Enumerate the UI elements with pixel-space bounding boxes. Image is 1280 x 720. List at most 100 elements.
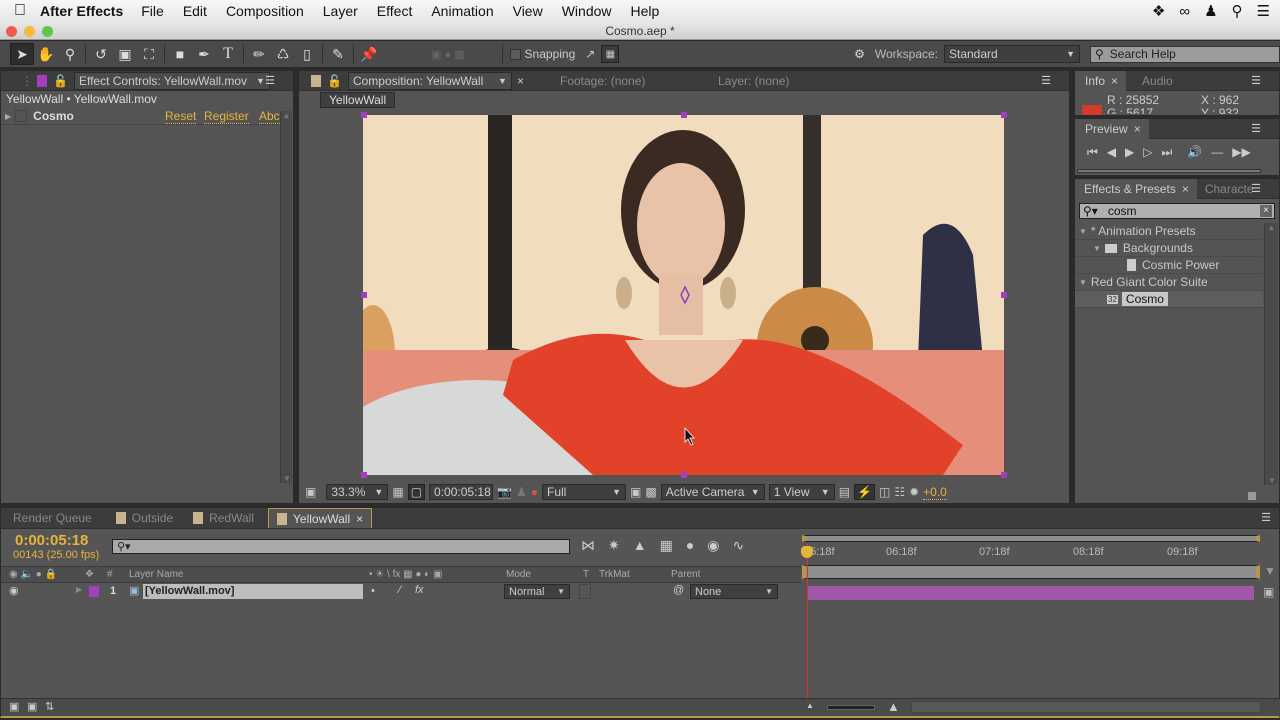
effects-scrollbar[interactable]: ▲ ▼ <box>1264 223 1278 485</box>
shy-switch[interactable]: • <box>371 585 375 597</box>
play-button[interactable]: ▶ <box>1125 145 1134 159</box>
loop-button[interactable]: — <box>1211 145 1223 159</box>
menu-composition[interactable]: Composition <box>226 3 304 19</box>
last-frame-button[interactable]: ⏭ <box>1162 145 1173 160</box>
channel-rgb-icon[interactable]: ● <box>531 485 538 499</box>
app-menu[interactable]: After Effects <box>40 3 123 19</box>
panel-menu-icon[interactable]: ☰ <box>1251 74 1261 87</box>
character-tab[interactable]: Characte <box>1197 179 1255 199</box>
layer-handle[interactable] <box>681 112 687 118</box>
magnification-dropdown[interactable]: 33.3% ▼ <box>326 484 389 500</box>
layer-row[interactable]: ◉ ▶ 1 ▣ [YellowWall.mov] • ∕ fx Normal ▼ … <box>1 584 801 600</box>
frame-blending-icon[interactable]: ▦ <box>660 537 673 554</box>
reset-link[interactable]: Reset <box>165 109 197 124</box>
new-bin-icon[interactable] <box>1247 491 1257 501</box>
menu-edit[interactable]: Edit <box>183 3 207 19</box>
resolution-dropdown[interactable]: Full ▼ <box>542 484 626 500</box>
transparency-grid-toggle-icon[interactable]: ▢ <box>407 484 426 500</box>
footage-tab[interactable]: Footage: (none) <box>552 71 653 91</box>
effects-presets-tab[interactable]: Effects & Presets × <box>1075 178 1197 199</box>
layer-handle[interactable] <box>361 112 367 118</box>
playhead-handle-icon[interactable] <box>801 546 813 558</box>
layer-handle[interactable] <box>1001 472 1007 478</box>
blend-mode-dropdown[interactable]: Normal ▼ <box>504 584 570 599</box>
about-link[interactable]: Abc <box>259 109 280 124</box>
previous-frame-button[interactable]: ◀ <box>1107 145 1116 159</box>
eye-icon[interactable]: ◉ <box>9 584 19 597</box>
tree-item-cosmo[interactable]: 32 Cosmo <box>1075 291 1263 308</box>
brainstorm-icon[interactable]: ◉ <box>707 537 719 554</box>
tab-render-queue[interactable]: Render Queue <box>1 508 100 528</box>
zoom-in-icon[interactable]: ▲ <box>887 699 900 714</box>
effect-controls-tab[interactable]: Effect Controls: YellowWall.mov ▼ <box>73 71 270 90</box>
scroll-down-icon[interactable]: ▼ <box>1268 476 1276 485</box>
column-layer-name[interactable]: Layer Name <box>129 567 183 583</box>
zoom-window-button[interactable] <box>42 26 53 37</box>
tab-outside[interactable]: Outside <box>108 508 181 528</box>
region-of-interest-icon[interactable]: ▦ <box>392 485 403 499</box>
time-navigator[interactable] <box>802 535 1260 542</box>
roto-brush-tool[interactable]: ✎ <box>326 43 350 65</box>
panel-menu-icon[interactable]: ☰ <box>1251 122 1261 135</box>
register-link[interactable]: Register <box>204 109 249 124</box>
close-tab-icon[interactable]: × <box>1182 182 1189 196</box>
effects-search-input[interactable]: ⚲▾ cosm × <box>1079 203 1275 219</box>
composition-viewer[interactable] <box>363 115 1004 475</box>
layer-handle[interactable] <box>1001 292 1007 298</box>
tab-redwall[interactable]: RedWall <box>185 508 262 528</box>
menu-layer[interactable]: Layer <box>323 3 358 19</box>
selection-tool[interactable]: ➤ <box>10 43 34 65</box>
work-area-bar[interactable] <box>802 565 1260 579</box>
menu-window[interactable]: Window <box>562 3 612 19</box>
current-time-indicator[interactable] <box>807 544 808 698</box>
next-frame-button[interactable]: ▷ <box>1143 145 1152 159</box>
type-tool[interactable]: T <box>216 43 240 65</box>
layer-duration-bar[interactable] <box>808 586 1254 600</box>
creative-cloud-icon[interactable]: ∞ <box>1179 3 1190 20</box>
pen-tool[interactable]: ✒ <box>192 43 216 65</box>
close-tab-icon[interactable]: × <box>1111 74 1118 88</box>
show-snapshot-icon[interactable]: ♟ <box>516 485 527 499</box>
zoom-out-icon[interactable]: ▲ <box>806 701 814 710</box>
audio-button[interactable]: 🔊 <box>1187 145 1202 159</box>
toggle-switches-icon[interactable]: ▣ <box>9 700 19 713</box>
rotation-tool[interactable]: ↺ <box>89 43 113 65</box>
panel-menu-icon[interactable]: ☰ <box>1041 74 1051 87</box>
hand-tool[interactable]: ✋ <box>34 43 58 65</box>
preview-scrollbar[interactable] <box>1077 169 1261 173</box>
menu-help[interactable]: Help <box>631 3 660 19</box>
graph-editor-icon[interactable]: ∿ <box>733 537 745 554</box>
layer-label-swatch[interactable] <box>89 586 99 597</box>
layer-handle[interactable] <box>1001 112 1007 118</box>
time-ruler[interactable]: 05:18f 06:18f 07:18f 08:18f 09:18f <box>802 544 1260 564</box>
notification-list-icon[interactable]: ☰ <box>1257 2 1270 20</box>
camera-dropdown[interactable]: Active Camera ▼ <box>660 484 765 500</box>
panel-menu-icon[interactable]: ☰ <box>1261 511 1271 524</box>
workspace-dropdown[interactable]: Standard ▼ <box>944 45 1080 63</box>
scroll-up-icon[interactable]: ▲ <box>1265 223 1278 232</box>
fast-previews-icon[interactable]: ▣ <box>630 485 641 499</box>
scroll-up-icon[interactable]: ▲ <box>281 111 292 120</box>
info-tab[interactable]: Info × <box>1075 70 1127 91</box>
layer-handle[interactable] <box>361 292 367 298</box>
clear-search-icon[interactable]: × <box>1260 205 1272 217</box>
timeline-horizontal-scrollbar[interactable] <box>911 701 1261 713</box>
menu-file[interactable]: File <box>141 3 164 19</box>
layer-name[interactable]: [YellowWall.mov] <box>143 584 363 599</box>
lock-icon[interactable]: 🔓 <box>53 74 68 88</box>
panel-menu-icon[interactable]: ☰ <box>1251 182 1261 195</box>
scroll-down-icon[interactable]: ▼ <box>283 474 291 483</box>
toggle-pixel-aspect-icon[interactable]: ▤ <box>839 485 850 499</box>
transparency-grid-icon[interactable]: ▩ <box>645 485 656 499</box>
effect-controls-scrollbar[interactable]: ▲ ▼ <box>280 111 292 483</box>
camera-tool[interactable]: ▣ <box>113 43 137 65</box>
view-layout-dropdown[interactable]: 1 View ▼ <box>768 484 835 500</box>
first-frame-button[interactable]: ⏮ <box>1087 145 1098 160</box>
timeline-search-input[interactable]: ⚲▾ <box>112 539 570 554</box>
eraser-tool[interactable]: ▯ <box>295 43 319 65</box>
expand-triangle-icon[interactable]: ▶ <box>76 585 82 594</box>
exposure-value[interactable]: +0.0 <box>923 485 947 500</box>
tree-item-animation-presets[interactable]: ▼ * Animation Presets <box>1075 223 1263 240</box>
zoom-slider[interactable] <box>827 705 875 710</box>
current-time-display[interactable]: 0:00:05:18 <box>15 532 88 549</box>
